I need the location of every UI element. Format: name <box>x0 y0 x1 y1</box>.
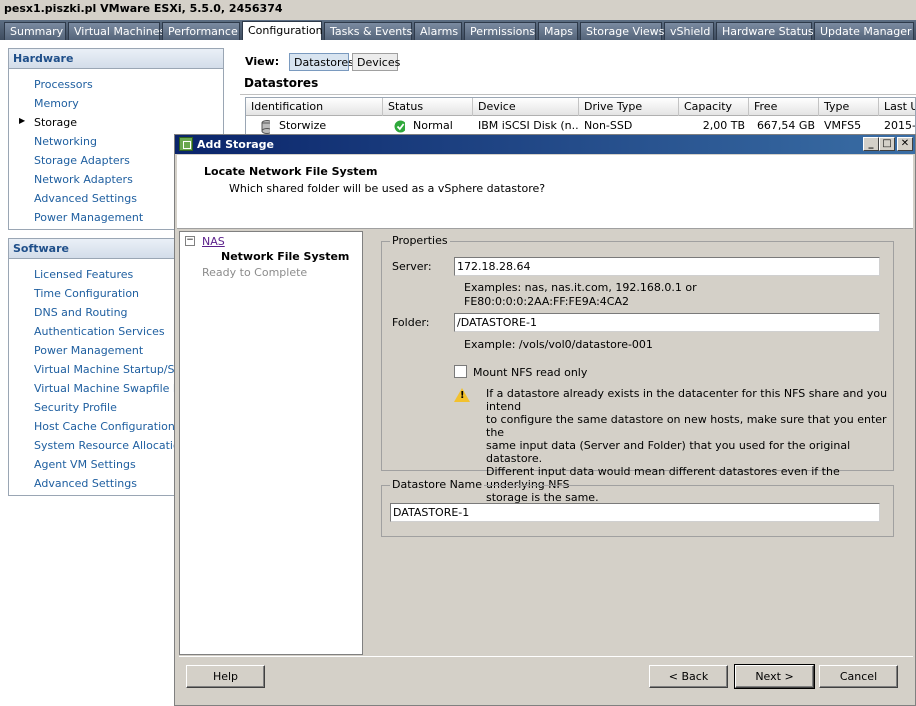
hardware-item-processors[interactable]: Processors <box>9 75 223 94</box>
warning-icon: ! <box>454 388 470 402</box>
wizard-navigation: − NAS Network File System Ready to Compl… <box>179 231 363 655</box>
status-ok-icon <box>389 119 405 134</box>
column-capacity[interactable]: Capacity <box>679 98 749 116</box>
server-examples-line2: FE80:0:0:0:2AA:FF:FE9A:4CA2 <box>464 295 629 308</box>
server-examples-line1: Examples: nas, nas.it.com, 192.168.0.1 o… <box>464 281 697 294</box>
column-last-update[interactable]: Last Update <box>879 98 915 116</box>
cell-drive-type: Non-SSD <box>584 119 633 132</box>
tab-virtual-machines[interactable]: Virtual Machines <box>68 22 165 40</box>
server-input[interactable]: 172.18.28.64 <box>454 257 880 276</box>
column-free[interactable]: Free <box>749 98 819 116</box>
folder-label: Folder: <box>392 316 430 329</box>
warning-line: same input data (Server and Folder) that… <box>486 439 851 465</box>
cell-status: Normal <box>413 119 453 132</box>
view-devices-button[interactable]: Devices <box>352 53 400 71</box>
mount-nfs-readonly-checkbox[interactable] <box>454 365 467 378</box>
column-identification[interactable]: Identification <box>246 98 383 116</box>
view-label: View: <box>245 55 280 68</box>
help-button[interactable]: Help <box>186 665 265 688</box>
datastore-name-input[interactable]: DATASTORE-1 <box>390 503 880 522</box>
cell-device: IBM iSCSI Disk (n... <box>478 119 579 132</box>
dialog-title: Add Storage <box>197 138 275 151</box>
datastore-name-group: Datastore Name DATASTORE-1 <box>381 478 894 537</box>
properties-legend: Properties <box>390 234 450 247</box>
folder-example: Example: /vols/vol0/datastore-001 <box>464 338 653 351</box>
back-button[interactable]: < Back <box>649 665 728 688</box>
cell-last-update: 2015-0 <box>884 119 916 132</box>
cell-free: 667,54 GB <box>756 119 815 132</box>
cancel-button[interactable]: Cancel <box>819 665 898 688</box>
tab-alarms[interactable]: Alarms <box>414 22 462 40</box>
datastore-name-legend: Datastore Name <box>390 478 485 491</box>
nav-next-step: Ready to Complete <box>202 266 308 279</box>
wizard-header: Locate Network File System Which shared … <box>177 155 913 229</box>
tab-tasks-events[interactable]: Tasks & Events <box>324 22 412 40</box>
column-device[interactable]: Device <box>473 98 579 116</box>
tab-storage-views[interactable]: Storage Views <box>580 22 664 40</box>
hardware-title: Hardware <box>9 49 223 69</box>
nav-current-step: Network File System <box>221 250 350 263</box>
next-button[interactable]: Next > <box>734 664 815 689</box>
window-title: pesx1.piszki.pl VMware ESXi, 5.5.0, 2456… <box>4 2 283 15</box>
column-drive-type[interactable]: Drive Type <box>579 98 679 116</box>
warning-line: If a datastore already exists in the dat… <box>486 387 888 413</box>
maximize-icon[interactable]: □ <box>879 137 895 151</box>
tab-performance[interactable]: Performance <box>162 22 240 40</box>
mount-nfs-readonly-label: Mount NFS read only <box>473 366 588 379</box>
tab-maps[interactable]: Maps <box>538 22 578 40</box>
hardware-item-storage[interactable]: ▶ Storage <box>9 113 223 132</box>
folder-input[interactable]: /DATASTORE-1 <box>454 313 880 332</box>
tab-update-manager[interactable]: Update Manager <box>814 22 914 40</box>
datastores-title: Datastores <box>244 76 319 90</box>
tab-summary[interactable]: Summary <box>4 22 66 40</box>
tab-configuration[interactable]: Configuration <box>242 21 323 40</box>
hardware-item-storage-label: Storage <box>34 116 78 129</box>
column-status[interactable]: Status <box>383 98 473 116</box>
datastores-divider <box>240 94 916 95</box>
tab-hardware-status[interactable]: Hardware Status <box>716 22 814 40</box>
collapse-icon[interactable]: − <box>185 236 195 246</box>
dialog-title-bar[interactable]: Add Storage _ □ ✕ <box>175 135 915 154</box>
tab-bar: Summary Virtual Machines Performance Con… <box>0 20 916 40</box>
cell-capacity: 2,00 TB <box>702 119 745 132</box>
button-separator <box>179 656 913 657</box>
add-storage-dialog: Add Storage _ □ ✕ Locate Network File Sy… <box>174 134 916 706</box>
wizard-step-title: Locate Network File System <box>204 165 378 178</box>
tab-vshield[interactable]: vShield <box>664 22 714 40</box>
window-title-bar: pesx1.piszki.pl VMware ESXi, 5.5.0, 2456… <box>0 0 916 20</box>
cell-identification: Storwize <box>279 119 327 132</box>
nav-nas-link[interactable]: NAS <box>202 235 225 248</box>
minimize-icon[interactable]: _ <box>863 137 879 151</box>
close-icon[interactable]: ✕ <box>897 137 913 151</box>
column-type[interactable]: Type <box>819 98 879 116</box>
datastore-disk-icon <box>256 119 270 134</box>
warning-line: to configure the same datastore on new h… <box>486 413 887 439</box>
server-label: Server: <box>392 260 432 273</box>
datastores-table: Identification Status Device Drive Type … <box>245 97 916 135</box>
cell-type: VMFS5 <box>824 119 862 132</box>
tab-permissions[interactable]: Permissions <box>464 22 536 40</box>
view-datastores-button[interactable]: Datastores <box>289 53 354 71</box>
selected-arrow-icon: ▶ <box>19 116 26 125</box>
hardware-item-memory[interactable]: Memory <box>9 94 223 113</box>
vsphere-app-icon <box>179 137 193 151</box>
datastores-table-header: Identification Status Device Drive Type … <box>246 98 915 116</box>
properties-group: Properties Server: 172.18.28.64 Examples… <box>381 234 894 504</box>
wizard-step-subtitle: Which shared folder will be used as a vS… <box>229 182 546 195</box>
